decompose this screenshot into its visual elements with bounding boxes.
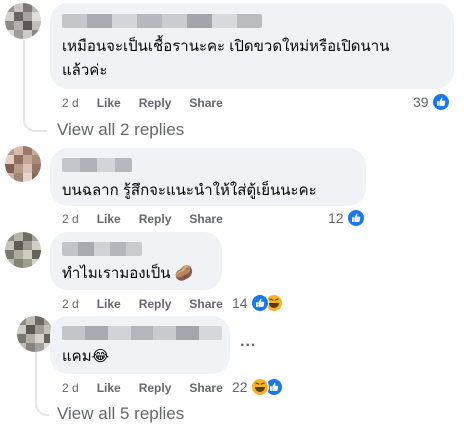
timestamp[interactable]: 2 d — [62, 297, 79, 311]
comment-text: แล้วค่ะ — [62, 62, 108, 79]
thread-connector — [35, 396, 49, 416]
comment-actions: 2 d Like Reply Share — [62, 212, 241, 226]
more-options-button[interactable]: ... — [240, 333, 256, 351]
commenter-name[interactable] — [62, 14, 262, 28]
reply-button[interactable]: Reply — [139, 96, 172, 110]
view-replies-link[interactable]: View all 2 replies — [57, 120, 184, 140]
thread-connector — [23, 112, 47, 132]
like-icon — [431, 93, 450, 111]
reaction-count: 22 — [232, 379, 248, 395]
share-button[interactable]: Share — [189, 212, 222, 226]
like-button[interactable]: Like — [97, 96, 121, 110]
reaction-count: 12 — [328, 210, 344, 226]
reply-button[interactable]: Reply — [139, 212, 172, 226]
timestamp[interactable]: 2 d — [62, 212, 79, 226]
avatar[interactable] — [17, 316, 53, 352]
avatar[interactable] — [5, 232, 41, 268]
commenter-name[interactable] — [62, 158, 132, 172]
commenter-name[interactable] — [62, 242, 142, 256]
timestamp[interactable]: 2 d — [62, 96, 79, 110]
comment-text: บนฉลาก รู้สึกจะแนะนำให้ใส่ตู้เย็นนะคะ — [62, 182, 317, 199]
haha-icon — [250, 378, 269, 396]
thread-line — [23, 40, 25, 112]
share-button[interactable]: Share — [189, 96, 222, 110]
share-button[interactable]: Share — [189, 297, 222, 311]
reply-button[interactable]: Reply — [139, 381, 172, 395]
timestamp[interactable]: 2 d — [62, 381, 79, 395]
comment-actions: 2 d Like Reply Share — [62, 297, 241, 311]
like-button[interactable]: Like — [97, 212, 121, 226]
like-icon — [346, 209, 365, 227]
like-button[interactable]: Like — [97, 297, 121, 311]
view-replies-link[interactable]: View all 5 replies — [57, 404, 184, 424]
comment-actions: 2 d Like Reply Share — [62, 381, 241, 395]
avatar[interactable] — [5, 146, 41, 182]
comment-text: ทำไมเรามองเป็น 🥔 — [62, 265, 194, 282]
reaction-summary[interactable]: 14 — [232, 294, 283, 312]
reaction-count: 39 — [413, 94, 429, 110]
commenter-name[interactable] — [62, 326, 222, 340]
comment-text: เหมือนจะเป็นเชื้อรานะคะ เปิดขวดใหม่หรือเ… — [62, 38, 390, 55]
comment-actions: 2 d Like Reply Share — [62, 96, 241, 110]
avatar[interactable] — [5, 3, 41, 39]
like-icon — [250, 294, 269, 312]
comment-text: แคม😂 — [62, 348, 110, 365]
share-button[interactable]: Share — [189, 381, 222, 395]
reaction-summary[interactable]: 12 — [328, 209, 365, 227]
reaction-summary[interactable]: 22 — [232, 378, 283, 396]
reply-button[interactable]: Reply — [139, 297, 172, 311]
reaction-count: 14 — [232, 295, 248, 311]
like-button[interactable]: Like — [97, 381, 121, 395]
reaction-summary[interactable]: 39 — [413, 93, 450, 111]
